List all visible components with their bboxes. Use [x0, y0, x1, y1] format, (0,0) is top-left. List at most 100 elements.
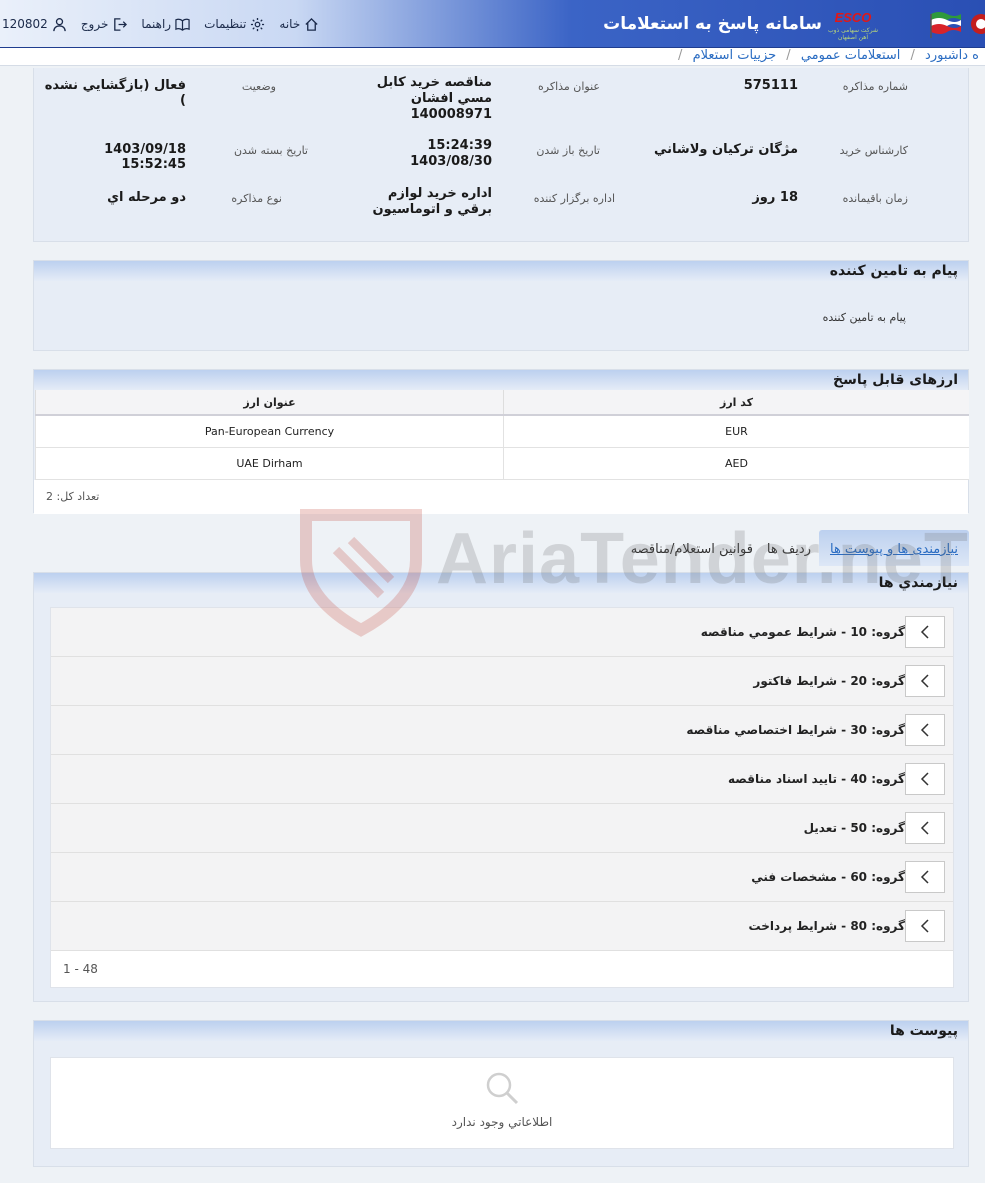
- status-label: وضعيت: [241, 80, 276, 93]
- number-value: 575111: [743, 78, 798, 93]
- emblem-icon: [971, 14, 985, 34]
- breadcrumb-inquiry-details[interactable]: جزييات استعلام: [693, 48, 777, 63]
- department-label: اداره برگزار كننده: [533, 192, 615, 205]
- breadcrumb-separator: /: [910, 48, 915, 63]
- home-label: خانه: [279, 17, 301, 31]
- message-body: پيام به تامين كننده: [822, 311, 906, 324]
- settings-label: تنظیمات: [204, 17, 247, 31]
- breadcrumb-public-inquiries[interactable]: استعلامات عمومي: [801, 48, 901, 63]
- open-date-value: 1403/08/30: [410, 154, 492, 169]
- currency-panel: ارزهای قابل پاسخ عنوان ارز كد ارز Pan-Eu…: [33, 369, 969, 514]
- group-label: گروه: 60 - مشخصات فني: [751, 870, 905, 884]
- tab-bar: نیازمندی ها و پیوست ها رديف ها قوانين اس…: [33, 530, 969, 566]
- close-date-label: تاريخ بسته شدن: [233, 144, 308, 157]
- attachments-panel: پيوست ها اطلاعاتي وجود ندارد: [33, 1020, 969, 1167]
- details-grid: شماره مذاكره 575111 عنوان مذاكره مناقصه …: [34, 68, 968, 246]
- expand-group-button[interactable]: [905, 665, 945, 697]
- type-label: نوع مذاكره: [231, 192, 282, 205]
- help-label: راهنما: [141, 17, 172, 31]
- group-label: گروه: 20 - شرايط فاكتور: [753, 674, 905, 688]
- top-bar: 120802 خروج راهنما تنظیمات خانه سامانه پ…: [0, 0, 985, 48]
- currency-name-header[interactable]: عنوان ارز: [35, 390, 504, 416]
- requirements-title: نيازمندي ها: [34, 573, 968, 593]
- number-label: شماره مذاكره: [842, 80, 908, 93]
- group-row[interactable]: گروه: 40 - تاييد اسناد مناقصه: [51, 755, 953, 804]
- breadcrumb-dashboard[interactable]: ه داشبورد: [925, 48, 979, 63]
- logout-icon: [114, 17, 128, 31]
- tab-requirements[interactable]: نیازمندی ها و پیوست ها: [819, 530, 969, 566]
- group-row[interactable]: گروه: 30 - شرايط اختصاصي مناقصه: [51, 706, 953, 755]
- help-link[interactable]: راهنما: [141, 17, 190, 32]
- group-label: گروه: 10 - شرايط عمومي مناقصه: [700, 625, 905, 639]
- expand-group-button[interactable]: [905, 812, 945, 844]
- currency-name-cell: Pan-European Currency: [35, 415, 504, 448]
- tab-rules[interactable]: قوانين استعلام/مناقصه: [623, 530, 761, 566]
- chevron-left-icon: [920, 723, 929, 737]
- group-row[interactable]: گروه: 80 - شرايط پرداخت: [51, 902, 953, 951]
- chevron-left-icon: [920, 821, 929, 835]
- attachments-title: پيوست ها: [34, 1021, 968, 1041]
- currency-table: عنوان ارز كد ارز Pan-European Currency E…: [35, 390, 969, 480]
- empty-message: اطلاعاتي وجود ندارد: [451, 1115, 553, 1129]
- type-value: دو مرحله اي: [107, 190, 186, 205]
- title-label: عنوان مذاكره: [538, 80, 600, 93]
- message-panel-title: پيام به تامين كننده: [34, 261, 968, 281]
- currency-code-cell: AED: [503, 447, 969, 480]
- flag-logo-icon: [930, 12, 961, 38]
- currency-code-header[interactable]: كد ارز: [503, 390, 969, 416]
- logout-link[interactable]: خروج: [81, 17, 128, 32]
- home-link[interactable]: خانه: [279, 17, 319, 32]
- breadcrumb-separator: /: [678, 48, 683, 63]
- breadcrumb-separator: /: [786, 48, 791, 63]
- open-date-time: 15:24:39: [427, 138, 492, 153]
- logout-label: خروج: [80, 17, 109, 31]
- details-panel: شماره مذاكره 575111 عنوان مذاكره مناقصه …: [33, 68, 969, 242]
- group-list: گروه: 10 - شرايط عمومي مناقصه گروه: 20 -…: [50, 607, 954, 988]
- status-value: فعال (بازگشايي نشده ): [44, 78, 186, 108]
- close-date-value: 1403/09/18 15:52:45: [104, 142, 186, 172]
- group-row[interactable]: گروه: 10 - شرايط عمومي مناقصه: [51, 608, 953, 657]
- search-icon: [486, 1072, 519, 1105]
- attachments-empty-state: اطلاعاتي وجود ندارد: [50, 1057, 954, 1149]
- chevron-left-icon: [920, 870, 929, 884]
- expand-group-button[interactable]: [905, 910, 945, 942]
- esco-brand: ESCO: [834, 10, 872, 25]
- group-row[interactable]: گروه: 60 - مشخصات فني: [51, 853, 953, 902]
- group-label: گروه: 80 - شرايط پرداخت: [748, 919, 905, 933]
- expand-group-button[interactable]: [905, 714, 945, 746]
- group-label: گروه: 40 - تاييد اسناد مناقصه: [728, 772, 905, 786]
- currency-name-cell: UAE Dirham: [35, 447, 504, 480]
- user-icon: [53, 17, 66, 31]
- esco-logo: ESCO شرکت سهامی ذوب آهن اصفهان: [825, 10, 881, 42]
- breadcrumb: ه داشبورد / استعلامات عمومي / جزييات است…: [0, 48, 985, 66]
- expert-value: مژگان تركيان ولاشاني: [654, 142, 798, 157]
- group-label: گروه: 50 - تعديل: [803, 821, 905, 835]
- esco-tagline: شرکت سهامی ذوب آهن اصفهان: [828, 27, 878, 41]
- currency-code-cell: EUR: [503, 415, 969, 448]
- title-value: مناقصه خريد كابل مسي افشان 140008971: [376, 75, 492, 122]
- chevron-left-icon: [920, 625, 929, 639]
- remaining-label: زمان باقيمانده: [842, 192, 908, 205]
- message-panel: پيام به تامين كننده پيام به تامين كننده: [33, 260, 969, 351]
- expand-group-button[interactable]: [905, 616, 945, 648]
- expand-group-button[interactable]: [905, 861, 945, 893]
- user-id: 120802: [2, 17, 48, 31]
- table-row[interactable]: UAE Dirham AED: [35, 447, 969, 480]
- currency-panel-title: ارزهای قابل پاسخ: [34, 370, 968, 390]
- tab-rows[interactable]: رديف ها: [759, 530, 819, 566]
- home-icon: [305, 17, 318, 31]
- user-account-link[interactable]: 120802: [2, 17, 67, 32]
- settings-link[interactable]: تنظیمات: [204, 17, 265, 32]
- book-icon: [175, 18, 190, 31]
- table-row[interactable]: Pan-European Currency EUR: [35, 415, 969, 448]
- remaining-value: 18 روز: [752, 190, 798, 205]
- user-links: 120802 خروج راهنما تنظیمات خانه: [0, 0, 319, 48]
- requirements-panel: نيازمندي ها گروه: 10 - شرايط عمومي مناقص…: [33, 572, 969, 1002]
- chevron-left-icon: [920, 772, 929, 786]
- department-value: اداره خريد لوازم برقي و اتوماسيون: [372, 186, 492, 217]
- expand-group-button[interactable]: [905, 763, 945, 795]
- chevron-left-icon: [920, 674, 929, 688]
- chevron-left-icon: [920, 919, 929, 933]
- group-row[interactable]: گروه: 20 - شرايط فاكتور: [51, 657, 953, 706]
- group-row[interactable]: گروه: 50 - تعديل: [51, 804, 953, 853]
